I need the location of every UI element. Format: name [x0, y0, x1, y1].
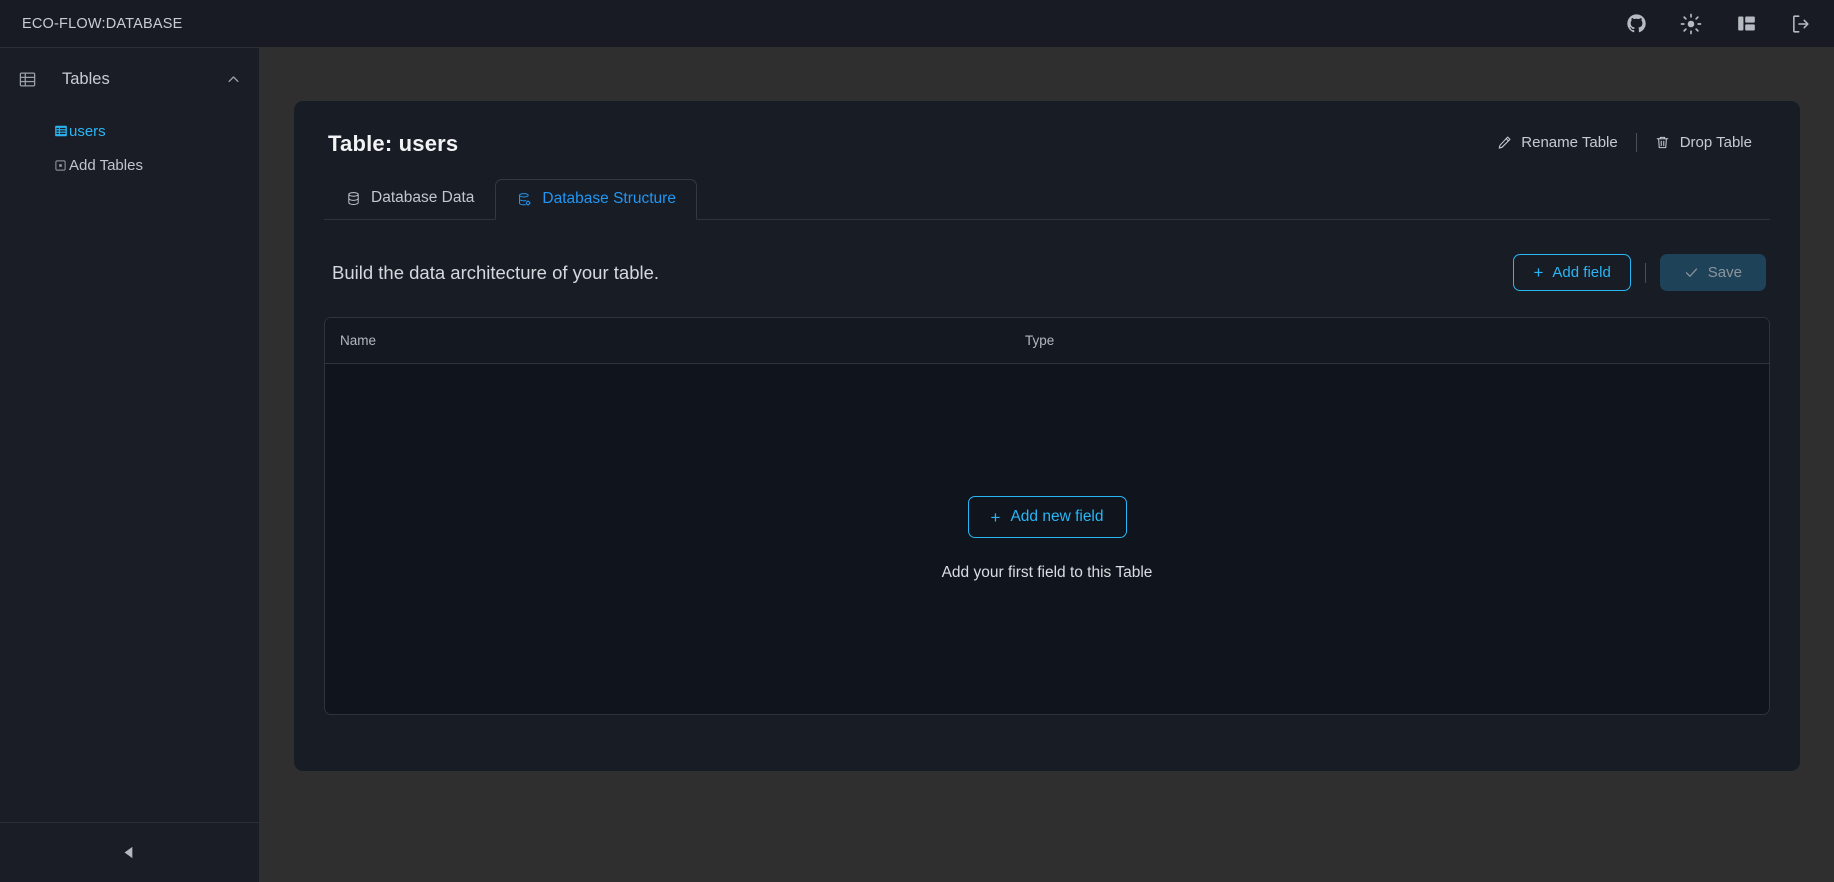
- save-button[interactable]: Save: [1659, 254, 1766, 291]
- drop-table-button[interactable]: Drop Table: [1637, 134, 1770, 151]
- tab-label: Database Structure: [542, 190, 676, 207]
- table-icon: [18, 69, 38, 89]
- toolbar-divider: [1644, 262, 1646, 283]
- topbar-icon-group: [1625, 13, 1812, 35]
- plus-icon: +: [990, 507, 1001, 527]
- sidebar-item-users[interactable]: users: [0, 114, 259, 148]
- structure-toolbar-actions: + Add field Save: [1513, 254, 1766, 291]
- table-body-empty-state: + Add new field Add your first field to …: [325, 364, 1769, 714]
- structure-toolbar: Build the data architecture of your tabl…: [324, 254, 1770, 291]
- app-body: Tables users Add Tables Table: users Ren…: [0, 47, 1834, 882]
- plus-icon: +: [1533, 263, 1544, 282]
- tab-database-data[interactable]: Database Data: [324, 178, 495, 219]
- chevron-up-icon[interactable]: [225, 71, 241, 87]
- sidebar-table-list: users Add Tables: [0, 102, 259, 182]
- layout-panel-icon[interactable]: [1735, 13, 1757, 35]
- main-content: Table: users Rename Table Drop Table Dat…: [260, 47, 1834, 882]
- sidebar-section-title: Tables: [62, 69, 110, 88]
- rename-table-label: Rename Table: [1521, 134, 1618, 151]
- check-icon: [1684, 265, 1699, 280]
- sidebar-footer: [0, 822, 259, 882]
- github-icon[interactable]: [1625, 13, 1647, 35]
- trash-icon: [1655, 135, 1671, 151]
- sidebar-item-add-tables[interactable]: Add Tables: [0, 148, 259, 182]
- column-header-type: Type: [1025, 333, 1055, 348]
- structure-description: Build the data architecture of your tabl…: [332, 261, 660, 283]
- add-new-field-label: Add new field: [1010, 508, 1104, 525]
- database-gear-icon: [516, 191, 532, 207]
- column-header-name: Name: [340, 333, 377, 348]
- sun-icon[interactable]: [1680, 13, 1702, 35]
- top-bar: ECO-FLOW:DATABASE: [0, 0, 1834, 47]
- sidebar-section-tables[interactable]: Tables: [0, 56, 259, 102]
- table-rows-icon: [53, 124, 68, 139]
- fields-table: Name Type + Add new field Add your first…: [324, 317, 1770, 715]
- page-title: Table: users: [328, 131, 459, 156]
- save-label: Save: [1707, 264, 1742, 281]
- drop-table-label: Drop Table: [1679, 134, 1752, 151]
- card-header: Table: users Rename Table Drop Table: [324, 127, 1770, 157]
- table-header-row: Name Type: [325, 318, 1769, 364]
- empty-state-message: Add your first field to this Table: [941, 564, 1153, 581]
- add-new-field-button[interactable]: + Add new field: [967, 496, 1127, 538]
- pencil-icon: [1496, 135, 1512, 151]
- app-root: ECO-FLOW:DATABASE Tables users Add Table…: [0, 0, 1834, 882]
- table-card: Table: users Rename Table Drop Table Dat…: [294, 101, 1800, 771]
- logout-icon[interactable]: [1790, 13, 1812, 35]
- sidebar-item-label: users: [69, 122, 106, 140]
- table-actions: Rename Table Drop Table: [1478, 133, 1770, 152]
- add-field-label: Add field: [1552, 264, 1611, 281]
- add-box-icon: [53, 158, 68, 173]
- tab-bar: Database Data Database Structure: [324, 178, 1770, 220]
- app-brand: ECO-FLOW:DATABASE: [22, 15, 183, 32]
- triangle-left-icon[interactable]: [117, 840, 143, 866]
- sidebar: Tables users Add Tables: [0, 47, 260, 882]
- tab-label: Database Data: [371, 189, 475, 206]
- tab-database-structure[interactable]: Database Structure: [495, 179, 697, 220]
- sidebar-item-label: Add Tables: [69, 156, 143, 174]
- database-icon: [345, 190, 361, 206]
- rename-table-button[interactable]: Rename Table: [1478, 134, 1635, 151]
- add-field-button[interactable]: + Add field: [1513, 254, 1631, 291]
